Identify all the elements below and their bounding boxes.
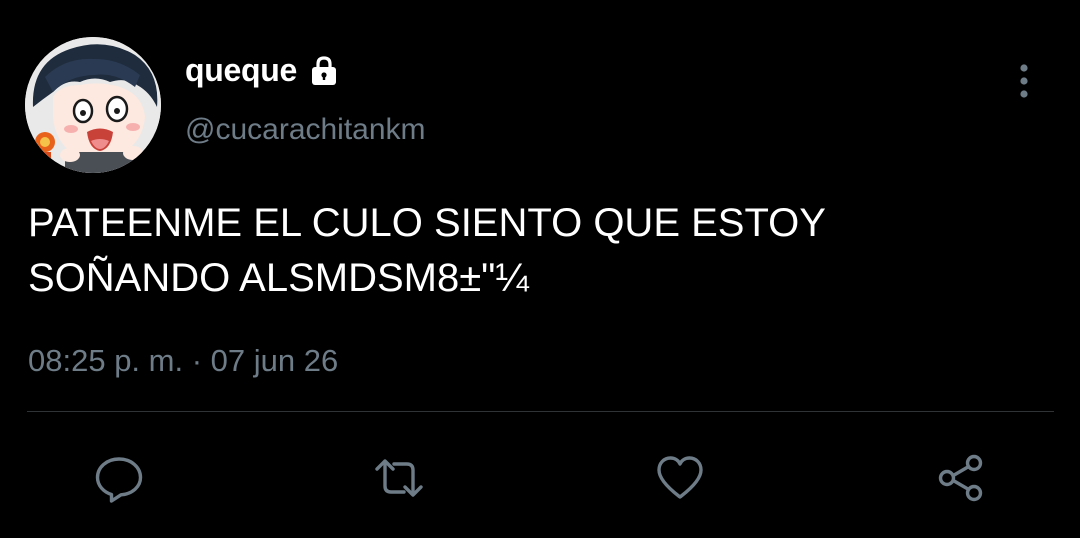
more-vertical-icon[interactable] <box>1010 62 1038 102</box>
retweet-button[interactable] <box>371 450 427 506</box>
user-handle[interactable]: @cucarachitankm <box>185 113 426 147</box>
retweet-icon <box>375 459 423 497</box>
tweet-text-line: SOÑANDO ALSMDSM8±"¼ <box>28 256 529 300</box>
lock-icon <box>307 54 341 88</box>
avatar[interactable] <box>25 37 161 173</box>
display-name[interactable]: queque <box>185 52 297 89</box>
tweet-detail: queque @cucarachitankm PATEENME EL CULO … <box>0 0 1080 538</box>
reply-icon <box>95 457 143 503</box>
tweet-timestamp: 08:25 p. m. · 07 jun 26 <box>28 343 339 378</box>
heart-icon <box>657 456 703 499</box>
reply-button[interactable] <box>91 450 147 506</box>
like-button[interactable] <box>652 450 708 506</box>
tweet-text: PATEENME EL CULO SIENTO QUE ESTOY SOÑAND… <box>28 196 1058 306</box>
share-button[interactable] <box>933 450 989 506</box>
anime-avatar-image <box>25 37 161 173</box>
tweet-text-line: PATEENME EL CULO SIENTO QUE ESTOY <box>28 201 826 245</box>
display-name-row: queque <box>185 52 341 89</box>
share-icon <box>938 454 983 502</box>
divider <box>27 411 1054 412</box>
